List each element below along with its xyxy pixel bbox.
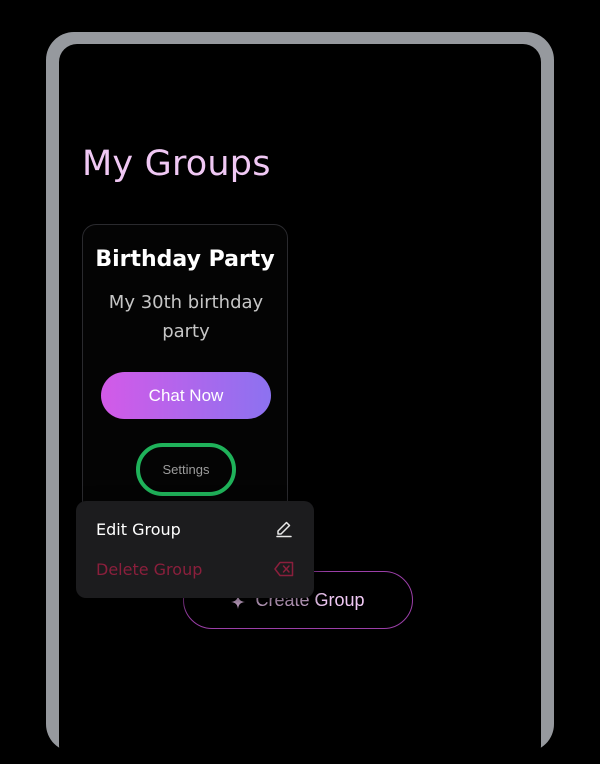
menu-item-edit-group[interactable]: Edit Group [76,509,314,549]
group-title: Birthday Party [95,247,275,272]
device-frame: My Groups Birthday Party My 30th birthda… [46,32,554,764]
menu-item-label: Delete Group [96,559,203,579]
page-title: My Groups [82,144,271,184]
menu-item-label: Edit Group [96,519,181,539]
backspace-delete-icon [274,559,294,579]
group-card: Birthday Party My 30th birthday party Ch… [82,224,288,514]
chat-now-button[interactable]: Chat Now [101,372,271,419]
menu-item-delete-group[interactable]: Delete Group [76,549,314,589]
settings-button[interactable]: Settings [136,443,236,496]
pencil-icon [274,519,294,539]
app-screen: My Groups Birthday Party My 30th birthda… [59,44,541,764]
group-settings-menu: Edit Group Delete Group [76,501,314,598]
group-description: My 30th birthday party [108,292,264,342]
